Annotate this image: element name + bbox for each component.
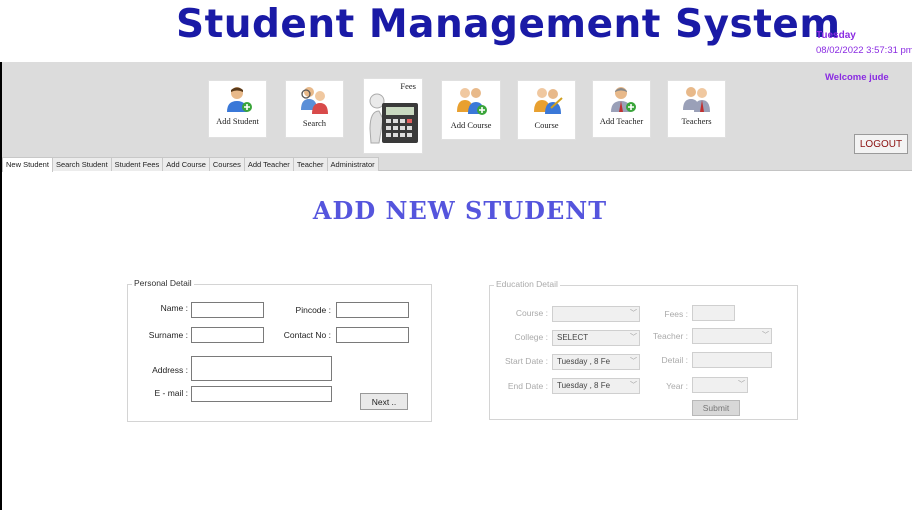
start-date-value: Tuesday , 8 Fe bbox=[557, 357, 611, 366]
chevron-down-icon: ﹀ bbox=[630, 382, 637, 389]
teacher-dropdown[interactable]: ﹀ bbox=[692, 328, 772, 344]
tab-administrator[interactable]: Administrator bbox=[326, 157, 379, 171]
personal-detail-title: Personal Detail bbox=[132, 278, 194, 288]
add-teacher-icon bbox=[610, 87, 636, 112]
tab-courses[interactable]: Courses bbox=[208, 157, 245, 171]
year-label: Year : bbox=[666, 381, 688, 391]
chevron-down-icon: ﹀ bbox=[630, 358, 637, 365]
education-detail-title: Education Detail bbox=[494, 279, 560, 289]
tab-add-teacher[interactable]: Add Teacher bbox=[243, 157, 294, 171]
address-field[interactable] bbox=[191, 356, 332, 381]
college-dropdown[interactable]: SELECT ﹀ bbox=[552, 330, 640, 346]
toolbar-label: Fees bbox=[400, 81, 416, 91]
detail-label: Detail : bbox=[661, 355, 688, 365]
toolbar-label: Teachers bbox=[681, 116, 712, 126]
surname-field[interactable] bbox=[191, 327, 264, 343]
education-detail-group: Education Detail Course : ﹀ Fees : Colle… bbox=[489, 279, 798, 420]
toolbar-add-teacher-button[interactable]: Add Teacher bbox=[592, 80, 651, 138]
tab-teacher[interactable]: Teacher bbox=[292, 157, 328, 171]
toolbar-label: Add Student bbox=[216, 116, 259, 126]
email-label: E - mail : bbox=[154, 388, 188, 398]
page-heading: ADD NEW STUDENT bbox=[312, 196, 608, 225]
name-label: Name : bbox=[160, 303, 188, 313]
toolbar-add-student-button[interactable]: Add Student bbox=[208, 80, 267, 138]
current-datetime: 08/02/2022 3:57:31 pm bbox=[816, 45, 912, 56]
toolbar: Welcome jude LOGOUT Add Student Search F… bbox=[2, 62, 912, 171]
teachers-icon bbox=[682, 87, 710, 112]
course-icon bbox=[533, 88, 563, 114]
college-label: College : bbox=[514, 332, 548, 342]
add-course-icon bbox=[457, 88, 487, 115]
search-people-icon bbox=[300, 87, 328, 114]
personal-detail-group: Personal Detail Name : Pincode : Surname… bbox=[127, 278, 432, 422]
welcome-text: Welcome jude bbox=[825, 72, 889, 83]
header: Student Management System Tuesday 08/02/… bbox=[0, 0, 912, 62]
fees-label: Fees : bbox=[664, 309, 688, 319]
tab-search-student[interactable]: Search Student bbox=[51, 157, 112, 171]
tab-add-course[interactable]: Add Course bbox=[162, 157, 210, 171]
toolbar-search-button[interactable]: Search bbox=[285, 80, 344, 138]
pincode-label: Pincode : bbox=[295, 305, 331, 315]
teacher-label: Teacher : bbox=[653, 331, 688, 341]
tab-new-student[interactable]: New Student bbox=[2, 157, 53, 172]
email-field[interactable] bbox=[191, 386, 332, 402]
toolbar-teachers-button[interactable]: Teachers bbox=[667, 80, 726, 138]
toolbar-label: Course bbox=[534, 120, 559, 130]
detail-field[interactable] bbox=[692, 352, 772, 368]
toolbar-fees-button[interactable]: Fees bbox=[363, 78, 423, 154]
fees-field[interactable] bbox=[692, 305, 735, 321]
toolbar-label: Add Teacher bbox=[599, 116, 644, 126]
next-button[interactable]: Next .. bbox=[360, 393, 408, 410]
tab-strip: New Student Search Student Student Fees … bbox=[2, 157, 379, 172]
end-date-label: End Date : bbox=[507, 381, 548, 391]
add-student-icon bbox=[226, 87, 252, 112]
address-label: Address : bbox=[152, 365, 188, 375]
tab-student-fees[interactable]: Student Fees bbox=[110, 157, 164, 171]
contact-label: Contact No : bbox=[283, 330, 331, 340]
course-dropdown[interactable]: ﹀ bbox=[552, 306, 640, 322]
logout-button[interactable]: LOGOUT bbox=[854, 134, 908, 154]
chevron-down-icon: ﹀ bbox=[630, 310, 637, 317]
name-field[interactable] bbox=[191, 302, 264, 318]
toolbar-label: Add Course bbox=[450, 120, 492, 130]
calculator-icon bbox=[369, 93, 418, 144]
contact-field[interactable] bbox=[336, 327, 409, 343]
year-dropdown[interactable]: ﹀ bbox=[692, 377, 748, 393]
toolbar-course-button[interactable]: Course bbox=[517, 80, 576, 140]
chevron-down-icon: ﹀ bbox=[630, 334, 637, 341]
chevron-down-icon: ﹀ bbox=[762, 332, 769, 339]
start-date-label: Start Date : bbox=[505, 356, 548, 366]
app-title: Student Management System bbox=[176, 2, 841, 47]
submit-button[interactable]: Submit bbox=[692, 400, 740, 416]
current-day: Tuesday bbox=[816, 30, 856, 41]
toolbar-label: Search bbox=[302, 118, 327, 128]
end-date-value: Tuesday , 8 Fe bbox=[557, 381, 611, 390]
chevron-down-icon: ﹀ bbox=[738, 381, 745, 388]
end-date-picker[interactable]: Tuesday , 8 Fe ﹀ bbox=[552, 378, 640, 394]
surname-label: Surname : bbox=[148, 330, 188, 340]
start-date-picker[interactable]: Tuesday , 8 Fe ﹀ bbox=[552, 354, 640, 370]
toolbar-add-course-button[interactable]: Add Course bbox=[441, 80, 501, 140]
pincode-field[interactable] bbox=[336, 302, 409, 318]
course-label: Course : bbox=[515, 308, 548, 318]
college-value: SELECT bbox=[557, 333, 589, 342]
